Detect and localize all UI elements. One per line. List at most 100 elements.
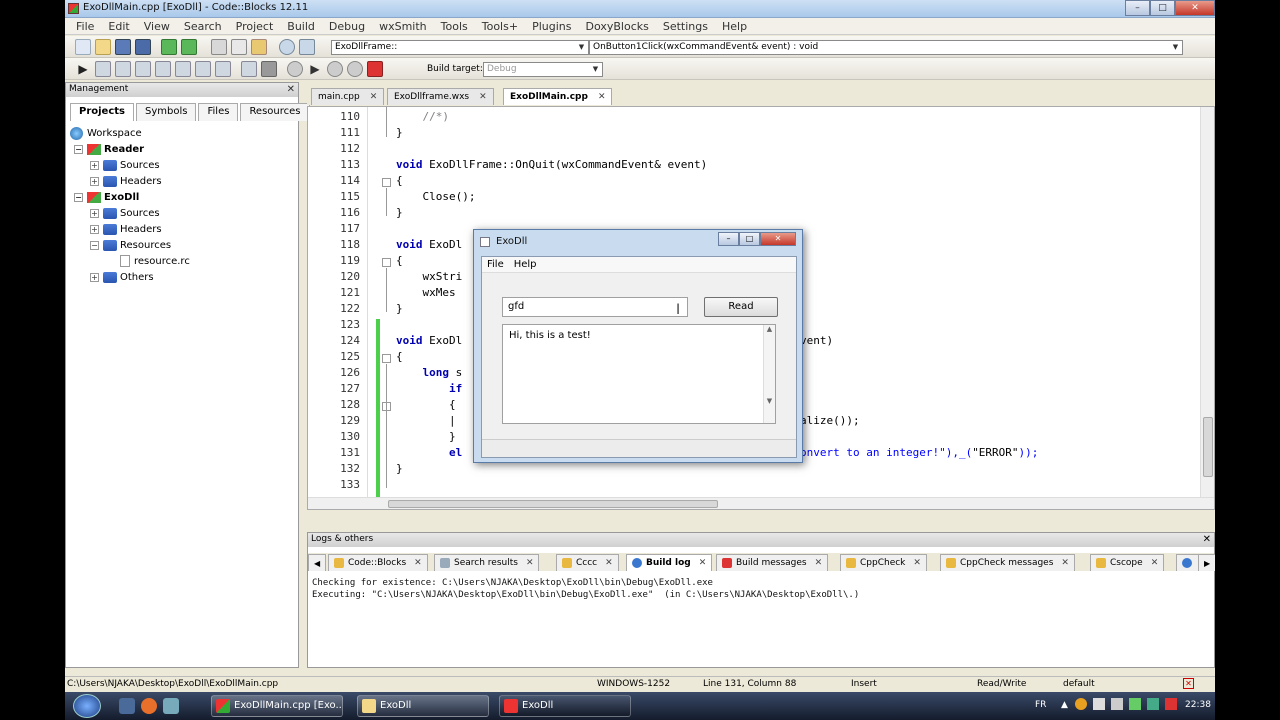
tab-main-cpp[interactable]: main.cpp ✕: [311, 88, 385, 105]
close-icon[interactable]: ✕: [287, 83, 295, 96]
tab-codeblocks[interactable]: Code::Blocks ✕: [328, 554, 428, 571]
tree-resource-file[interactable]: resource.rc: [120, 253, 190, 269]
tree-exodll-resources[interactable]: − Resources: [90, 237, 171, 253]
expand-icon[interactable]: +: [90, 224, 99, 234]
save-icon[interactable]: [115, 39, 131, 55]
scrollbar-thumb[interactable]: [388, 500, 718, 508]
replace-icon[interactable]: [299, 39, 315, 55]
output-textarea[interactable]: Hi, this is a test! ▲ ▼: [502, 324, 776, 424]
start-button[interactable]: [73, 694, 101, 718]
horizontal-scrollbar[interactable]: [308, 497, 1214, 509]
expand-icon[interactable]: +: [90, 272, 99, 282]
build-run-icon[interactable]: ▶: [307, 61, 323, 77]
expand-icon[interactable]: −: [90, 240, 99, 250]
tray-alert-icon[interactable]: [1165, 698, 1177, 710]
expand-icon[interactable]: +: [90, 176, 99, 186]
taskbar-item-codeblocks[interactable]: ExoDllMain.cpp [Exo...: [211, 695, 343, 717]
power-icon[interactable]: [1147, 698, 1159, 710]
scope-combo[interactable]: ExoDllFrame:: ▼: [331, 40, 589, 55]
tab-cscope[interactable]: Cscope ✕: [1090, 554, 1165, 571]
network-icon[interactable]: [1093, 698, 1105, 710]
expand-icon[interactable]: −: [74, 192, 83, 202]
tabs-scroll-left[interactable]: ◀: [308, 554, 327, 571]
fold-icon[interactable]: [382, 354, 391, 363]
menu-search[interactable]: Search: [177, 20, 229, 33]
function-combo[interactable]: OnButton1Click(wxCommandEvent& event) : …: [589, 40, 1183, 55]
tab-cccc[interactable]: Cccc ✕: [556, 554, 619, 571]
firefox-icon[interactable]: [141, 698, 157, 714]
fold-icon[interactable]: [382, 258, 391, 267]
menu-project[interactable]: Project: [229, 20, 281, 33]
copy-icon[interactable]: [231, 39, 247, 55]
find-icon[interactable]: [279, 39, 295, 55]
chevron-up-icon[interactable]: ▲: [1061, 700, 1068, 710]
language-indicator[interactable]: FR: [1035, 700, 1046, 710]
close-icon[interactable]: ✕: [526, 558, 534, 568]
tab-projects[interactable]: Projects: [70, 103, 135, 121]
taskbar-item-exodll-app[interactable]: ExoDll: [499, 695, 631, 717]
abort-icon[interactable]: [367, 61, 383, 77]
close-icon[interactable]: ✕: [1061, 558, 1069, 568]
tab-cppcheck[interactable]: CppCheck ✕: [840, 554, 927, 571]
tab-resources[interactable]: Resources: [240, 103, 310, 121]
debug-continue-icon[interactable]: [95, 61, 111, 77]
expand-icon[interactable]: −: [74, 144, 83, 154]
battery-icon[interactable]: [1129, 698, 1141, 710]
tree-exodll-headers[interactable]: + Headers: [90, 221, 162, 237]
build-icon[interactable]: [287, 61, 303, 77]
close-icon[interactable]: ✕: [913, 558, 921, 568]
vertical-scrollbar[interactable]: ▲ ▼: [763, 325, 775, 423]
maximize-button[interactable]: □: [1150, 0, 1175, 16]
tab-exodllframe-wxs[interactable]: ExoDllframe.wxs ✕: [387, 88, 494, 105]
next-instruction-icon[interactable]: [175, 61, 191, 77]
tray-app-icon[interactable]: [1075, 698, 1087, 710]
tree-reader-sources[interactable]: + Sources: [90, 157, 160, 173]
scrollbar-thumb[interactable]: [1203, 417, 1213, 477]
step-instruction-icon[interactable]: [195, 61, 211, 77]
tab-files[interactable]: Files: [198, 103, 239, 121]
minimize-button[interactable]: –: [718, 232, 739, 246]
dialog-menu-file[interactable]: File: [482, 259, 509, 270]
explorer-icon[interactable]: [119, 698, 135, 714]
close-icon[interactable]: ✕: [414, 558, 422, 568]
step-out-icon[interactable]: [155, 61, 171, 77]
menu-wxsmith[interactable]: wxSmith: [372, 20, 434, 33]
redo-icon[interactable]: [181, 39, 197, 55]
tab-search-results[interactable]: Search results ✕: [434, 554, 540, 571]
close-icon[interactable]: ✕: [815, 558, 823, 568]
run-icon[interactable]: ▶: [75, 61, 91, 77]
tree-exodll-others[interactable]: + Others: [90, 269, 154, 285]
tabs-scroll-right[interactable]: ▶: [1198, 554, 1215, 571]
build-target-combo[interactable]: Debug ▼: [483, 62, 603, 77]
tree-project-exodll[interactable]: − ExoDll: [74, 189, 139, 205]
tree-workspace[interactable]: Workspace: [70, 125, 142, 141]
undo-icon[interactable]: [161, 39, 177, 55]
menu-tools[interactable]: Tools: [434, 20, 475, 33]
build-and-run-icon[interactable]: [327, 61, 343, 77]
tab-exodllmain-cpp[interactable]: ExoDllMain.cpp ✕: [503, 88, 613, 105]
close-icon[interactable]: ✕: [1203, 533, 1211, 546]
close-icon[interactable]: ✕: [479, 92, 487, 102]
number-input[interactable]: gfd: [502, 297, 688, 317]
save-all-icon[interactable]: [135, 39, 151, 55]
cut-icon[interactable]: [211, 39, 227, 55]
step-icon[interactable]: [115, 61, 131, 77]
menu-plugins[interactable]: Plugins: [525, 20, 578, 33]
menu-doxyblocks[interactable]: DoxyBlocks: [578, 20, 655, 33]
menu-view[interactable]: View: [137, 20, 177, 33]
step-into-icon[interactable]: [135, 61, 151, 77]
paste-icon[interactable]: [251, 39, 267, 55]
close-button[interactable]: ✕: [1175, 0, 1215, 16]
open-icon[interactable]: [95, 39, 111, 55]
dialog-menu-help[interactable]: Help: [509, 259, 542, 270]
tree-project-reader[interactable]: − Reader: [74, 141, 144, 157]
taskbar-item-folder[interactable]: ExoDll: [357, 695, 489, 717]
menu-settings[interactable]: Settings: [656, 20, 715, 33]
expand-icon[interactable]: +: [90, 160, 99, 170]
read-button[interactable]: Read: [704, 297, 778, 317]
menu-help[interactable]: Help: [715, 20, 754, 33]
close-icon[interactable]: ✕: [370, 92, 378, 102]
expand-icon[interactable]: +: [90, 208, 99, 218]
break-icon[interactable]: [215, 61, 231, 77]
menu-debug[interactable]: Debug: [322, 20, 372, 33]
